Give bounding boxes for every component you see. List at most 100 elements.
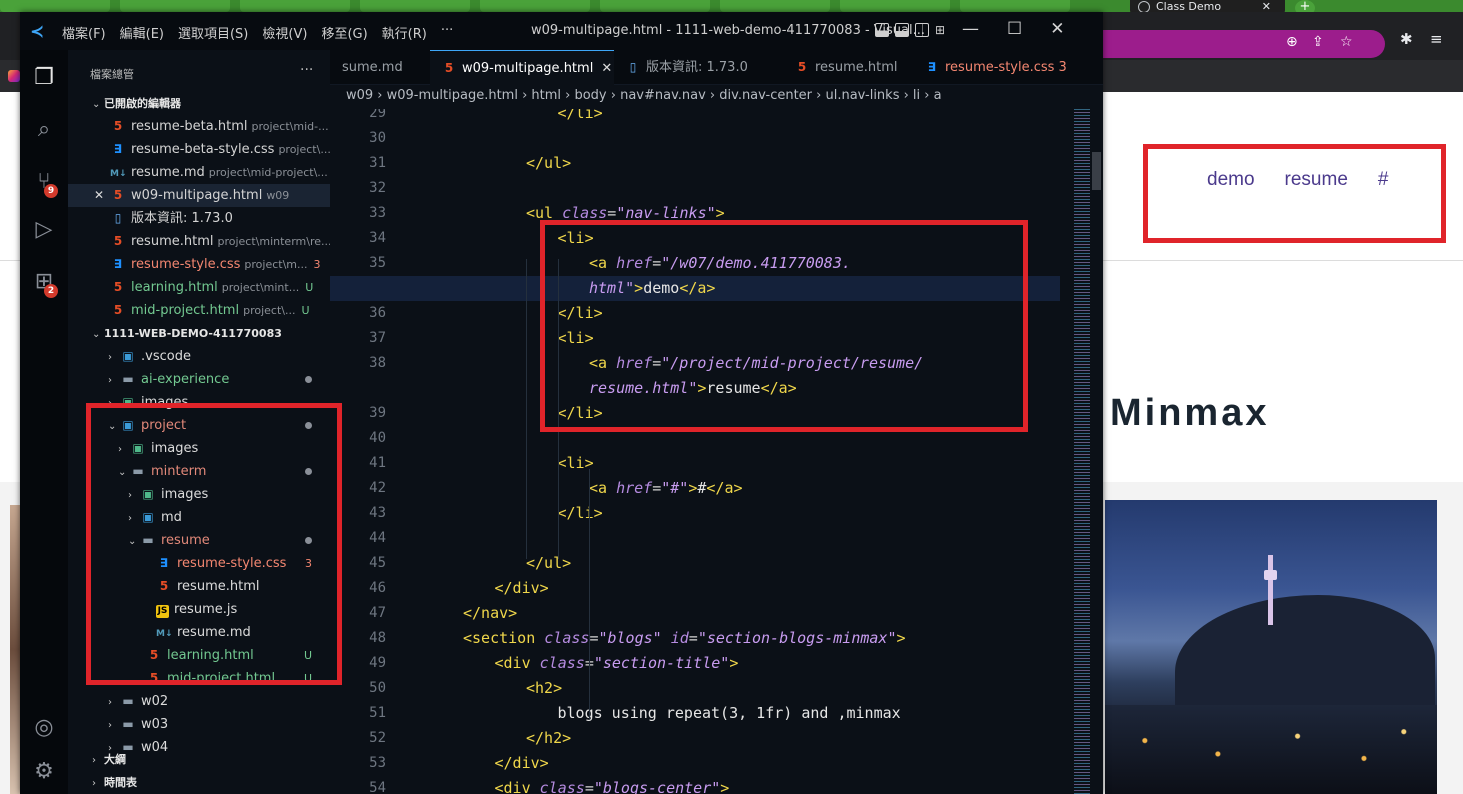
line-number: 51 — [369, 705, 386, 721]
browser-tab[interactable] — [240, 0, 350, 12]
close-editor-icon[interactable]: ✕ — [94, 184, 110, 207]
menu-bar: 檔案(F) 編輯(E) 選取項目(S) 檢視(V) 移至(G) 執行(R) ··· — [62, 23, 453, 42]
section-timeline[interactable]: › 時間表 — [68, 771, 330, 794]
toggle-bottom-panel-icon[interactable] — [895, 23, 909, 37]
scrollbar-thumb[interactable] — [1092, 152, 1101, 190]
line-number: 36 — [369, 305, 386, 321]
folder-icon: ▬ — [122, 717, 134, 731]
code-line[interactable]: 46 </div> — [330, 576, 1060, 601]
code-line[interactable]: 41 <li> — [330, 451, 1060, 476]
browser-tab[interactable] — [600, 0, 710, 12]
section-workspace[interactable]: ⌄ 1111-WEB-DEMO-411770083 — [68, 322, 330, 345]
instagram-icon[interactable] — [8, 70, 20, 82]
extensions-icon[interactable]: ✱ — [1400, 30, 1413, 48]
code-editor[interactable]: 29 </li> 30 31 </ul> 32 33 <ul class="nav-links… — [330, 109, 1060, 794]
browser-tab[interactable] — [840, 0, 950, 12]
close-window-button[interactable]: ✕ — [1050, 19, 1064, 39]
code-line[interactable]: 49<div class="section-title"> — [330, 651, 1060, 676]
code-content: </div> — [494, 754, 549, 772]
settings-gear-icon[interactable]: ⚙ — [30, 758, 58, 786]
code-line[interactable]: 29 </li> — [330, 109, 1060, 126]
open-editor-item[interactable]: 5 resume-beta.html project\mid-... — [68, 115, 330, 138]
section-open-editors[interactable]: ⌄ 已開啟的編輯器 — [68, 92, 330, 115]
tree-item-label: ai-experience — [141, 372, 230, 387]
code-line[interactable]: 54 <div class="blogs-center"> — [330, 776, 1060, 794]
zoom-icon[interactable]: ⊕ — [1286, 34, 1298, 50]
browser-tab[interactable] — [0, 0, 110, 12]
code-line[interactable]: 52 </h2> — [330, 726, 1060, 751]
file-name: mid-project.html — [131, 303, 240, 318]
info-file-icon: ▯ — [114, 211, 122, 225]
browser-tab[interactable] — [360, 0, 470, 12]
tab-sume-md[interactable]: sume.md — [330, 50, 430, 85]
browser-tab[interactable] — [120, 0, 230, 12]
tab-resume-style-css-3[interactable]: ∃ resume-style.css 3 — [913, 50, 1073, 85]
code-content: </ul> — [526, 554, 572, 572]
open-editor-item[interactable]: 5 resume.html project\minterm\re... — [68, 230, 330, 253]
tab--1-73-0[interactable]: ▯ 版本資訊: 1.73.0 — [614, 50, 783, 85]
reading-list-icon[interactable]: ≡ — [1430, 30, 1443, 48]
menu-item[interactable]: 編輯(E) — [120, 23, 164, 42]
toggle-secondary-sidebar-icon[interactable] — [915, 23, 929, 37]
indent-guide — [589, 469, 590, 719]
code-line[interactable]: 48 <section class="blogs" id="section-blo… — [330, 626, 1060, 651]
browser-tab[interactable] — [960, 0, 1070, 12]
tree-item-w02[interactable]: › ▬ w02 — [68, 690, 330, 713]
account-icon[interactable]: ◎ — [30, 714, 58, 742]
folder-icon: ▬ — [122, 372, 134, 386]
breadcrumb[interactable]: w09 › w09-multipage.html › html › body ›… — [330, 85, 1103, 109]
tree-item-w03[interactable]: › ▬ w03 — [68, 713, 330, 736]
menu-item[interactable]: 選取項目(S) — [178, 23, 248, 42]
code-line[interactable]: 42 <a href="#">#</a> — [330, 476, 1060, 501]
open-editor-item[interactable]: M↓ resume.md project\mid-project\... — [68, 161, 330, 184]
editor-scrollbar[interactable] — [1090, 109, 1103, 794]
menu-item[interactable]: 執行(R) — [382, 23, 427, 42]
toggle-panel-icon[interactable] — [875, 23, 889, 37]
open-editor-item[interactable]: 5 learning.html project\mint... U — [68, 276, 330, 299]
code-line[interactable]: 47 </nav> — [330, 601, 1060, 626]
menu-item[interactable]: ··· — [441, 23, 453, 42]
code-content: <h2> — [526, 679, 563, 697]
maximize-button[interactable]: ☐ — [1007, 19, 1022, 39]
close-tab-icon[interactable]: ✕ — [601, 61, 612, 76]
browser-tab[interactable] — [480, 0, 590, 12]
code-line[interactable]: 32 — [330, 176, 1060, 201]
bookmark-star-icon[interactable]: ☆ — [1340, 34, 1353, 50]
open-editor-item[interactable]: ▯ 版本資訊: 1.73.0 — [68, 207, 330, 230]
menu-item[interactable]: 檔案(F) — [62, 23, 106, 42]
address-bar[interactable]: ⊕ ⇪ ☆ — [1100, 30, 1385, 58]
code-line[interactable]: 44 — [330, 526, 1060, 551]
explorer-more-button[interactable]: ··· — [300, 62, 313, 78]
code-line[interactable]: 51 blogs using repeat(3, 1fr) and ,minmax — [330, 701, 1060, 726]
tree-item-ai-experience[interactable]: › ▬ ai-experience — [68, 368, 330, 391]
code-line[interactable]: 50 <h2> — [330, 676, 1060, 701]
code-line[interactable]: 43 </li> — [330, 501, 1060, 526]
browser-tab[interactable] — [720, 0, 830, 12]
customize-layout-icon[interactable]: ⊞ — [935, 23, 949, 37]
file-name: resume.html — [131, 234, 214, 249]
file-path: project\m... — [244, 258, 308, 271]
run-debug-icon[interactable]: ▷ — [30, 216, 58, 244]
share-icon[interactable]: ⇪ — [1312, 34, 1324, 50]
minimap[interactable] — [1060, 109, 1090, 794]
open-editor-item[interactable]: 5 mid-project.html project\... U — [68, 299, 330, 322]
file-name: resume-beta.html — [131, 119, 248, 134]
tree-item--vscode[interactable]: › ▣ .vscode — [68, 345, 330, 368]
open-editor-item[interactable]: ∃ resume-style.css project\m... 3 — [68, 253, 330, 276]
search-icon[interactable]: ⌕ — [30, 116, 58, 144]
menu-item[interactable]: 移至(G) — [321, 23, 367, 42]
tab-resume-html[interactable]: 5 resume.html — [783, 50, 913, 85]
menu-item[interactable]: 檢視(V) — [262, 23, 307, 42]
open-editor-item[interactable]: ✕ 5 w09-multipage.html w09 — [68, 184, 330, 207]
section-outline[interactable]: › 大綱 — [68, 748, 330, 771]
explorer-icon[interactable]: ❐ — [30, 64, 58, 92]
minimize-button[interactable]: — — [962, 19, 979, 39]
code-line[interactable]: 53 </div> — [330, 751, 1060, 776]
tab-w09-multipage-html[interactable]: 5 w09-multipage.html ✕ — [430, 50, 614, 85]
code-line[interactable]: 30 — [330, 126, 1060, 151]
section-heading: Minmax — [1110, 392, 1270, 434]
line-number: 38 — [369, 355, 386, 371]
code-line[interactable]: 31 </ul> — [330, 151, 1060, 176]
open-editor-item[interactable]: ∃ resume-beta-style.css project\... — [68, 138, 330, 161]
code-line[interactable]: 45 </ul> — [330, 551, 1060, 576]
